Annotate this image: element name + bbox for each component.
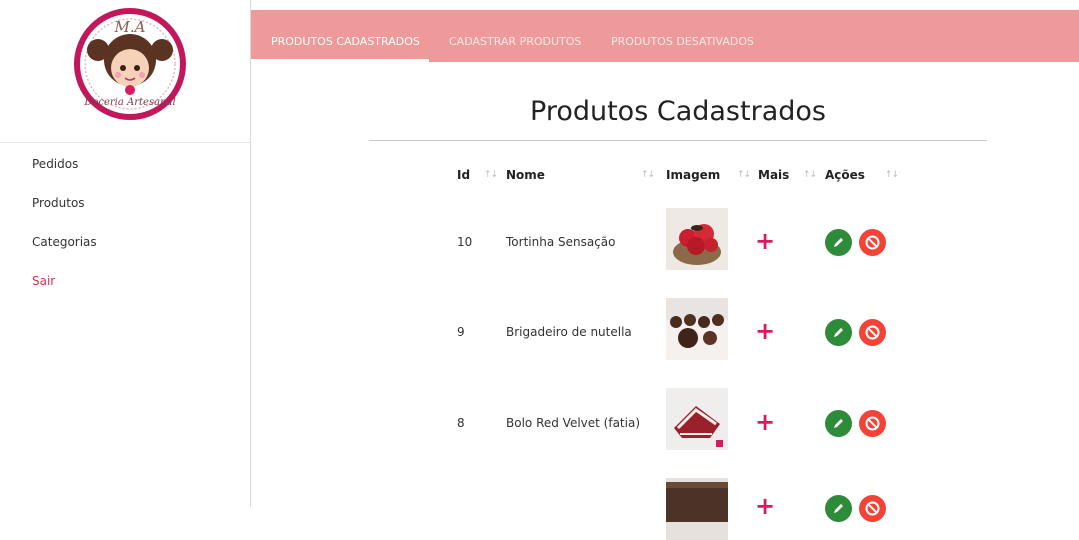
disable-button[interactable] xyxy=(859,319,886,346)
strawberry-tart-image xyxy=(666,208,728,270)
disable-button[interactable] xyxy=(859,229,886,256)
edit-button[interactable] xyxy=(825,319,852,346)
edit-button[interactable] xyxy=(825,410,852,437)
sort-icon[interactable]: ↑↓ xyxy=(737,170,751,180)
active-tab-indicator xyxy=(251,59,429,62)
title-divider xyxy=(369,140,987,141)
table-cell-id: 9 xyxy=(457,325,465,339)
pencil-icon xyxy=(834,419,843,428)
sort-icon[interactable]: ↑↓ xyxy=(803,170,817,180)
sidebar-nav: Pedidos Produtos Categorias Sair xyxy=(0,145,250,301)
svg-text:Doceria Artesanal: Doceria Artesanal xyxy=(83,97,175,108)
sidebar-item-sair[interactable]: Sair xyxy=(0,262,250,301)
chocolate-cake-image xyxy=(666,478,728,540)
more-details-plus-icon[interactable]: + xyxy=(755,319,775,343)
more-details-plus-icon[interactable]: + xyxy=(755,229,775,253)
more-details-plus-icon[interactable]: + xyxy=(755,494,775,518)
sidebar-item-categorias[interactable]: Categorias xyxy=(0,223,250,262)
logo-area: M.A Doceria Artesanal xyxy=(0,0,250,143)
table-cell-name: Brigadeiro de nutella xyxy=(506,325,632,339)
tab-produtos-cadastrados[interactable]: PRODUTOS CADASTRADOS xyxy=(271,10,420,62)
tab-cadastrar-produtos[interactable]: CADASTRAR PRODUTOS xyxy=(449,10,581,62)
edit-button[interactable] xyxy=(825,495,852,522)
edit-button[interactable] xyxy=(825,229,852,256)
table-cell-name: Tortinha Sensação xyxy=(506,235,616,249)
chocolate-truffles-image xyxy=(666,298,728,360)
svg-text:M.A: M.A xyxy=(114,18,146,36)
sidebar: M.A Doceria Artesanal Pedidos Produtos C… xyxy=(0,0,251,507)
more-details-plus-icon[interactable]: + xyxy=(755,410,775,434)
disable-button[interactable] xyxy=(859,495,886,522)
disable-button[interactable] xyxy=(859,410,886,437)
pencil-icon xyxy=(834,504,843,513)
sort-icon[interactable]: ↑↓ xyxy=(484,170,498,180)
table-cell-id: 8 xyxy=(457,416,465,430)
column-header-id[interactable]: Id xyxy=(457,168,470,182)
column-header-acoes[interactable]: Ações xyxy=(825,168,865,182)
column-header-imagem[interactable]: Imagem xyxy=(666,168,720,182)
sidebar-item-pedidos[interactable]: Pedidos xyxy=(0,145,250,184)
block-icon xyxy=(865,325,880,340)
block-icon xyxy=(865,501,880,516)
block-icon xyxy=(865,416,880,431)
block-icon xyxy=(865,235,880,250)
red-velvet-slice-image xyxy=(666,388,728,450)
sidebar-item-produtos[interactable]: Produtos xyxy=(0,184,250,223)
sort-icon[interactable]: ↑↓ xyxy=(641,170,655,180)
column-header-mais[interactable]: Mais xyxy=(758,168,789,182)
pencil-icon xyxy=(834,238,843,247)
sort-icon[interactable]: ↑↓ xyxy=(885,170,899,180)
table-cell-id: 10 xyxy=(457,235,473,249)
pencil-icon xyxy=(834,328,843,337)
brand-logo: M.A Doceria Artesanal xyxy=(74,8,186,120)
column-header-nome[interactable]: Nome xyxy=(506,168,545,182)
tab-bar: PRODUTOS CADASTRADOS CADASTRAR PRODUTOS … xyxy=(251,10,1079,62)
table-cell-name: Bolo Red Velvet (fatia) xyxy=(506,416,641,430)
tab-produtos-desativados[interactable]: PRODUTOS DESATIVADOS xyxy=(611,10,754,62)
page-title: Produtos Cadastrados xyxy=(530,96,826,127)
